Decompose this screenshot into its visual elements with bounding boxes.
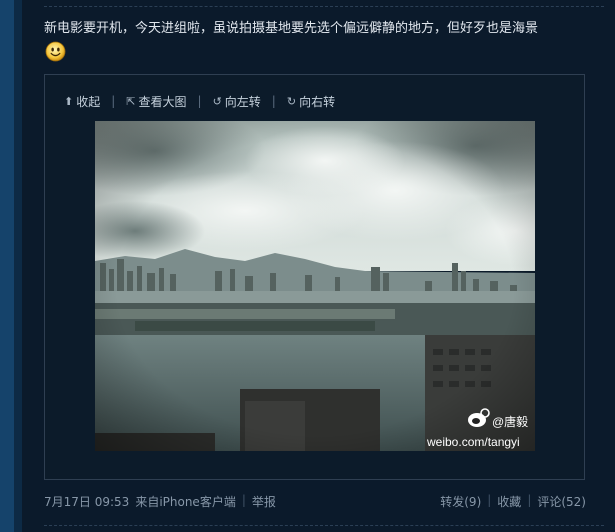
toolbar-separator: |: [271, 94, 276, 108]
rotate-right-icon: ↻: [286, 94, 297, 108]
harbor-photo-image: @唐毅 weibo.com/tangyi: [95, 121, 535, 451]
rotate-left-label: 向左转: [224, 94, 261, 109]
comment-link[interactable]: 评论(52): [537, 493, 586, 510]
top-divider: [44, 6, 604, 7]
post-text: 新电影要开机，今天进组啦，虽说拍摄基地要先选个偏远僻静的地方，但好歹也是海景: [44, 21, 539, 36]
view-large-button[interactable]: ⇱ 查看大图: [126, 93, 186, 110]
report-link[interactable]: 举报: [252, 493, 276, 510]
post-photo[interactable]: @唐毅 weibo.com/tangyi: [95, 121, 535, 451]
toolbar-separator: |: [197, 94, 202, 108]
footer-separator: |: [487, 493, 492, 507]
collapse-label: 收起: [76, 94, 101, 109]
post-source[interactable]: 来自iPhone客户端: [135, 493, 236, 510]
left-sidebar-strip: [0, 0, 14, 532]
favorite-link[interactable]: 收藏: [497, 493, 521, 510]
left-sidebar-shadow: [14, 0, 22, 532]
collapse-button[interactable]: ⬆ 收起: [64, 93, 100, 110]
watermark-name: @唐毅: [492, 414, 528, 429]
collapse-arrow-icon: ⬆: [64, 94, 74, 108]
footer-separator: |: [527, 493, 532, 507]
repost-link[interactable]: 转发(9): [440, 493, 481, 510]
rotate-right-label: 向右转: [299, 94, 336, 109]
external-view-icon: ⇱: [126, 94, 136, 108]
watermark-url: weibo.com/tangyi: [426, 435, 520, 449]
toolbar-separator: |: [111, 94, 116, 108]
bottom-divider: [44, 525, 604, 526]
rotate-left-button[interactable]: ↺ 向左转: [213, 93, 261, 110]
post-timestamp[interactable]: 7月17日 09:53: [44, 493, 129, 510]
view-large-label: 查看大图: [138, 94, 187, 109]
smile-emoji-icon: [45, 41, 66, 62]
footer-separator: |: [241, 493, 246, 507]
rotate-left-icon: ↺: [212, 94, 222, 108]
image-toolbar: ⬆ 收起 | ⇱ 查看大图 | ↺ 向左转 | ↻ 向右转: [64, 92, 335, 110]
rotate-right-button[interactable]: ↻ 向右转: [287, 93, 335, 110]
